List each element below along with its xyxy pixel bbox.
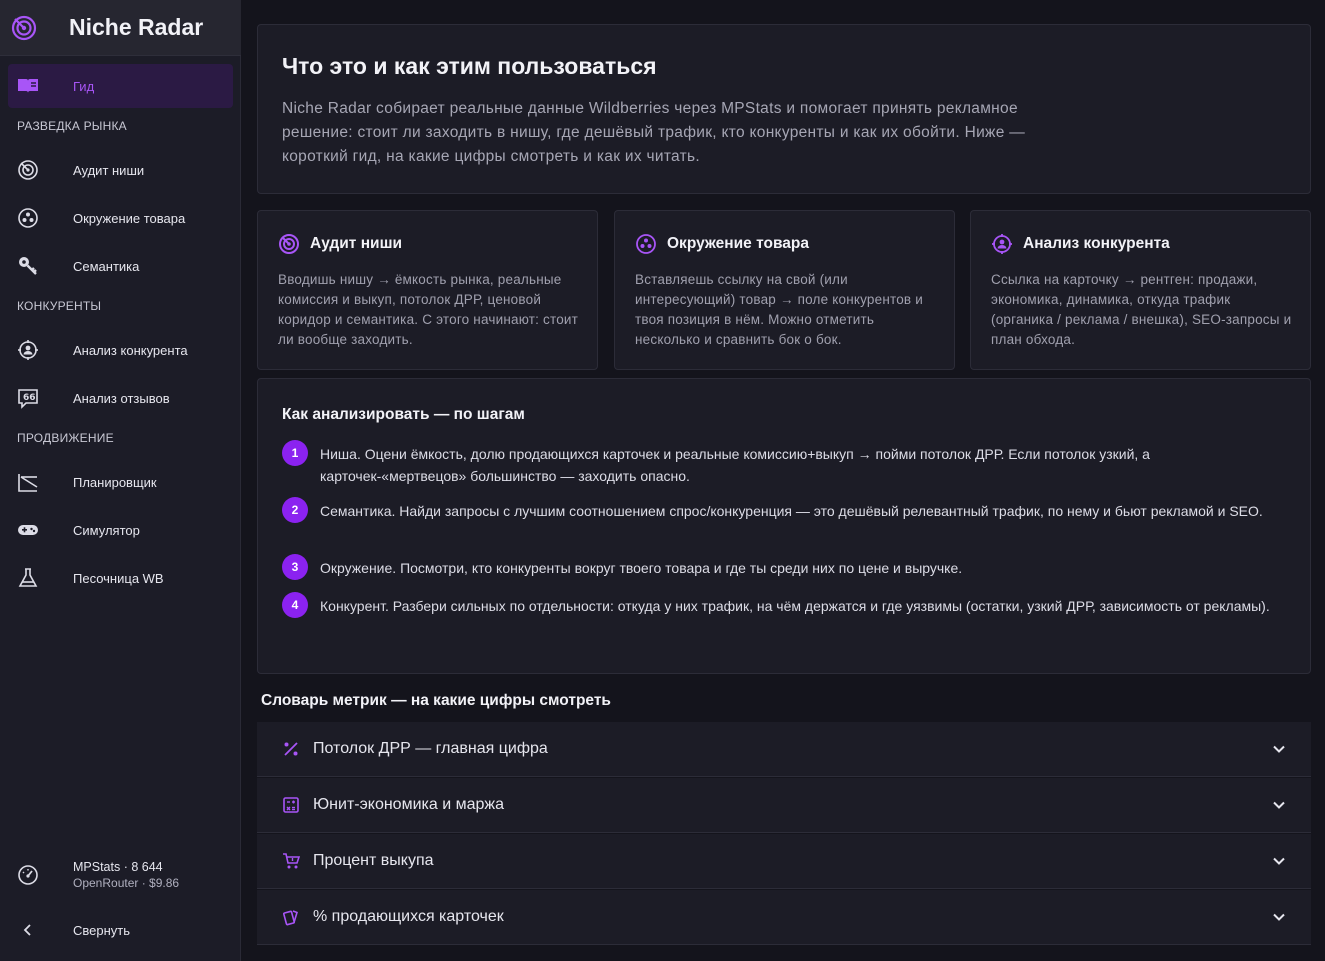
dictionary-title: Словарь метрик — на какие цифры смотреть bbox=[261, 692, 611, 709]
book-icon bbox=[18, 79, 38, 93]
sidebar-item-reviews[interactable]: 66 Анализ отзывов bbox=[0, 376, 241, 420]
feature-text: Вводишь нишу → ёмкость рынка, реальные к… bbox=[278, 272, 579, 347]
step-number: 3 bbox=[282, 554, 308, 580]
steps-title: Как анализировать — по шагам bbox=[282, 406, 525, 423]
cart-icon bbox=[283, 853, 300, 869]
sidebar-item-competitor[interactable]: Анализ конкурента bbox=[0, 328, 241, 372]
flask-icon bbox=[18, 568, 38, 587]
accordion-label: Потолок ДРР — главная цифра bbox=[313, 740, 548, 757]
feature-text: Ссылка на карточку → рентген: продажи, э… bbox=[991, 272, 1292, 347]
sidebar-item-semantics[interactable]: Семантика bbox=[0, 244, 241, 288]
app-title: Niche Radar bbox=[69, 14, 204, 40]
crosshair-user-icon bbox=[18, 340, 38, 360]
section-promotion: ПРОДВИЖЕНИЕ bbox=[17, 431, 114, 445]
feature-card-product-env[interactable]: Окружение товара Вставляешь ссылку на св… bbox=[614, 210, 955, 370]
gauge-icon bbox=[18, 865, 38, 885]
page-title: Что это и как этим пользоваться bbox=[282, 53, 657, 79]
sidebar-item-label: Песочница WB bbox=[73, 570, 164, 586]
sidebar-item-label: Аудит ниши bbox=[73, 162, 145, 178]
sidebar-item-label: Семантика bbox=[73, 258, 140, 274]
brand-header[interactable]: Niche Radar bbox=[0, 0, 241, 56]
sidebar-item-guide[interactable]: Гид bbox=[8, 64, 233, 108]
sidebar-item-label: Гид bbox=[73, 78, 95, 94]
circles-icon bbox=[636, 234, 656, 254]
feature-card-niche-audit[interactable]: Аудит ниши Вводишь нишу → ёмкость рынка,… bbox=[257, 210, 598, 370]
sidebar-item-niche-audit[interactable]: Аудит ниши bbox=[0, 148, 241, 192]
step-text: Окружение. Посмотри, кто конкуренты вокр… bbox=[320, 560, 963, 576]
chevron-down-icon bbox=[1273, 913, 1285, 921]
accordion-label: % продающихся карточек bbox=[313, 908, 504, 925]
cards-icon bbox=[283, 910, 298, 926]
feature-title: Окружение товара bbox=[667, 235, 809, 252]
collapse-button[interactable]: Свернуть bbox=[0, 910, 241, 950]
usage-openrouter: OpenRouter · $9.86 bbox=[73, 876, 180, 890]
sidebar-item-label: Планировщик bbox=[73, 474, 157, 490]
sidebar-item-simulator[interactable]: Симулятор bbox=[0, 508, 241, 552]
api-usage: MPStats · 8 644 OpenRouter · $9.86 bbox=[0, 850, 241, 900]
accordion-label: Юнит-экономика и маржа bbox=[313, 796, 504, 813]
sidebar-item-label: Анализ отзывов bbox=[73, 390, 170, 406]
step-text: Семантика. Найди запросы с лучшим соотно… bbox=[320, 503, 1263, 519]
step-number: 1 bbox=[282, 440, 308, 466]
step-text: Конкурент. Разбери сильных по отдельност… bbox=[320, 598, 1270, 614]
circles-icon bbox=[18, 208, 38, 228]
sidebar-item-sandbox[interactable]: Песочница WB bbox=[0, 556, 241, 600]
sidebar-item-label: Анализ конкурента bbox=[73, 342, 188, 358]
crosshair-user-icon bbox=[992, 234, 1012, 254]
sidebar-item-label: Симулятор bbox=[73, 522, 140, 538]
sidebar-item-planner[interactable]: Планировщик bbox=[0, 460, 241, 504]
accordion-drr-ceiling[interactable]: Потолок ДРР — главная цифра bbox=[257, 722, 1311, 777]
sidebar: Niche Radar Гид РАЗВЕДКА РЫНКА Аудит ниш… bbox=[0, 0, 241, 961]
key-icon bbox=[19, 257, 37, 275]
sidebar-item-label: Окружение товара bbox=[73, 210, 186, 226]
chevron-down-icon bbox=[1273, 857, 1285, 865]
accordion-label: Процент выкупа bbox=[313, 852, 434, 869]
radar-icon bbox=[11, 15, 37, 41]
radar-icon bbox=[18, 160, 38, 180]
accordion-unit-economics[interactable]: Юнит-экономика и маржа bbox=[257, 778, 1311, 833]
review-quote-icon: 66 bbox=[18, 389, 38, 409]
svg-text:66: 66 bbox=[23, 393, 36, 403]
intro-card: Что это и как этим пользоваться Niche Ra… bbox=[257, 24, 1311, 194]
gamepad-icon bbox=[18, 525, 38, 535]
feature-title: Анализ конкурента bbox=[1023, 235, 1170, 252]
section-competitors: КОНКУРЕНТЫ bbox=[17, 299, 102, 313]
sidebar-item-product-env[interactable]: Окружение товара bbox=[0, 196, 241, 240]
feature-card-competitor[interactable]: Анализ конкурента Ссылка на карточку → р… bbox=[970, 210, 1311, 370]
feature-title: Аудит ниши bbox=[310, 235, 403, 252]
chevron-left-icon bbox=[23, 924, 31, 936]
step-number: 2 bbox=[282, 497, 308, 523]
accordion-buyout-rate[interactable]: Процент выкупа bbox=[257, 834, 1311, 889]
usage-mpstats: MPStats · 8 644 bbox=[73, 860, 163, 874]
chart-plan-icon bbox=[18, 474, 38, 492]
step-number: 4 bbox=[282, 592, 308, 618]
accordion-selling-cards[interactable]: % продающихся карточек bbox=[257, 890, 1311, 945]
chevron-down-icon bbox=[1273, 745, 1285, 753]
feature-text: Вставляешь ссылку на свой (или интересую… bbox=[635, 272, 923, 347]
step-text: Ниша. Оцени ёмкость, долю продающихся ка… bbox=[320, 446, 1150, 484]
intro-text: Niche Radar собирает реальные данные Wil… bbox=[282, 100, 1026, 165]
collapse-label: Свернуть bbox=[73, 923, 131, 938]
section-market: РАЗВЕДКА РЫНКА bbox=[17, 119, 127, 133]
chevron-down-icon bbox=[1273, 801, 1285, 809]
calculator-icon bbox=[283, 797, 299, 813]
steps-card: Как анализировать — по шагам 1 Ниша. Оце… bbox=[257, 378, 1311, 674]
radar-icon bbox=[279, 234, 299, 254]
percent-icon bbox=[284, 742, 298, 756]
